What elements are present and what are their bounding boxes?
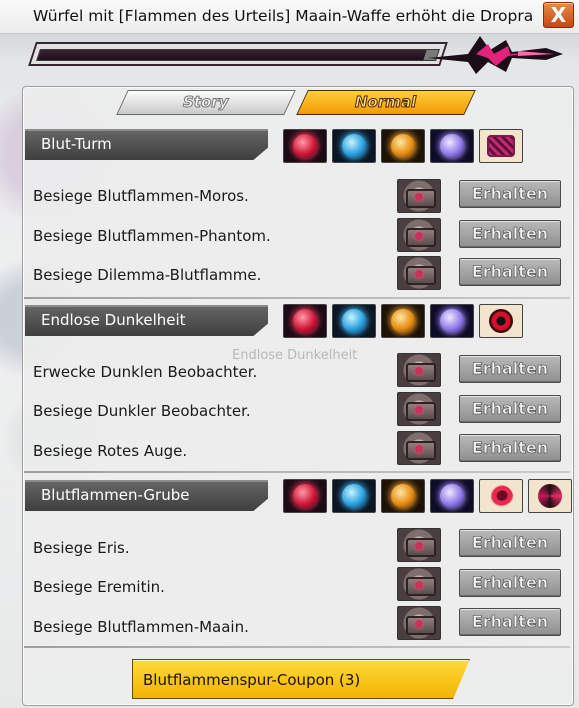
claim-button[interactable]: Erhalten bbox=[459, 355, 561, 383]
blood-eye-icon[interactable] bbox=[479, 479, 523, 513]
background-label: Endlose Dunkelheit bbox=[232, 348, 358, 363]
tab-normal[interactable]: Normal bbox=[296, 90, 476, 115]
reward-box-icon[interactable] bbox=[397, 567, 441, 601]
quest-label: Besiege Rotes Auge. bbox=[33, 442, 188, 460]
red-gem-icon[interactable] bbox=[283, 479, 327, 513]
progress-gauge bbox=[28, 36, 563, 74]
reward-box-icon[interactable] bbox=[397, 392, 441, 426]
orange-gem-icon[interactable] bbox=[381, 479, 425, 513]
claim-button[interactable]: Erhalten bbox=[459, 180, 561, 208]
reward-box-icon[interactable] bbox=[397, 606, 441, 640]
purple-gem-icon[interactable] bbox=[430, 304, 474, 338]
tab-story[interactable]: Story bbox=[116, 90, 296, 115]
quest-label: Besiege Blutflammen-Moros. bbox=[33, 187, 249, 205]
red-gem-icon[interactable] bbox=[283, 304, 327, 338]
quest-label: Besiege Dunkler Beobachter. bbox=[33, 402, 251, 420]
orange-gem-icon[interactable] bbox=[381, 304, 425, 338]
window-title: Würfel mit [Flammen des Urteils] Maain-W… bbox=[33, 7, 534, 25]
dark-mask-icon[interactable] bbox=[528, 479, 572, 513]
claim-button[interactable]: Erhalten bbox=[459, 569, 561, 597]
blue-gem-icon[interactable] bbox=[332, 479, 376, 513]
coupon-label: Blutflammenspur-Coupon (3) bbox=[143, 671, 361, 689]
close-button[interactable]: X bbox=[543, 2, 574, 28]
gauge-track bbox=[36, 49, 440, 61]
reward-box-icon[interactable] bbox=[397, 179, 441, 213]
quest-label: Besiege Blutflammen-Maain. bbox=[33, 618, 249, 636]
title-bar: Würfel mit [Flammen des Urteils] Maain-W… bbox=[0, 0, 579, 34]
claim-button[interactable]: Erhalten bbox=[459, 220, 561, 248]
section-header-blut-turm: Blut-Turm bbox=[25, 129, 268, 160]
blue-gem-icon[interactable] bbox=[332, 304, 376, 338]
coupon-button[interactable]: Blutflammenspur-Coupon (3) bbox=[132, 659, 470, 699]
reward-box-icon[interactable] bbox=[397, 256, 441, 290]
section-divider bbox=[24, 646, 570, 648]
section-title: Blut-Turm bbox=[41, 135, 112, 153]
flame-weapon-icon bbox=[428, 36, 563, 74]
quest-label: Besiege Eris. bbox=[33, 539, 130, 557]
claim-button[interactable]: Erhalten bbox=[459, 395, 561, 423]
purple-gem-icon[interactable] bbox=[430, 129, 474, 163]
reward-box-icon[interactable] bbox=[397, 218, 441, 252]
section-title: Endlose Dunkelheit bbox=[41, 311, 186, 329]
reward-box-icon[interactable] bbox=[397, 353, 441, 387]
quest-label: Besiege Dilemma-Blutflamme. bbox=[33, 266, 262, 284]
claim-button[interactable]: Erhalten bbox=[459, 434, 561, 462]
orange-gem-icon[interactable] bbox=[381, 129, 425, 163]
purple-gem-icon[interactable] bbox=[430, 479, 474, 513]
quest-label: Besiege Eremitin. bbox=[33, 578, 165, 596]
pink-crest-icon[interactable] bbox=[479, 129, 523, 163]
section-title: Blutflammen-Grube bbox=[41, 486, 190, 504]
quest-label: Erwecke Dunklen Beobachter. bbox=[33, 363, 258, 381]
section-divider bbox=[24, 297, 570, 299]
claim-button[interactable]: Erhalten bbox=[459, 529, 561, 557]
blue-gem-icon[interactable] bbox=[332, 129, 376, 163]
gauge-fill bbox=[37, 50, 427, 60]
claim-button[interactable]: Erhalten bbox=[459, 608, 561, 636]
red-gem-icon[interactable] bbox=[283, 129, 327, 163]
reward-box-icon[interactable] bbox=[397, 431, 441, 465]
quest-label: Besiege Blutflammen-Phantom. bbox=[33, 227, 271, 245]
section-divider bbox=[24, 471, 570, 473]
section-header-endlose-dunkelheit: Endlose Dunkelheit bbox=[25, 305, 268, 336]
section-header-blutflammen-grube: Blutflammen-Grube bbox=[25, 480, 268, 511]
red-eye-icon[interactable] bbox=[479, 304, 523, 338]
dialog-window: Würfel mit [Flammen des Urteils] Maain-W… bbox=[0, 0, 579, 708]
claim-button[interactable]: Erhalten bbox=[459, 258, 561, 286]
reward-box-icon[interactable] bbox=[397, 528, 441, 562]
